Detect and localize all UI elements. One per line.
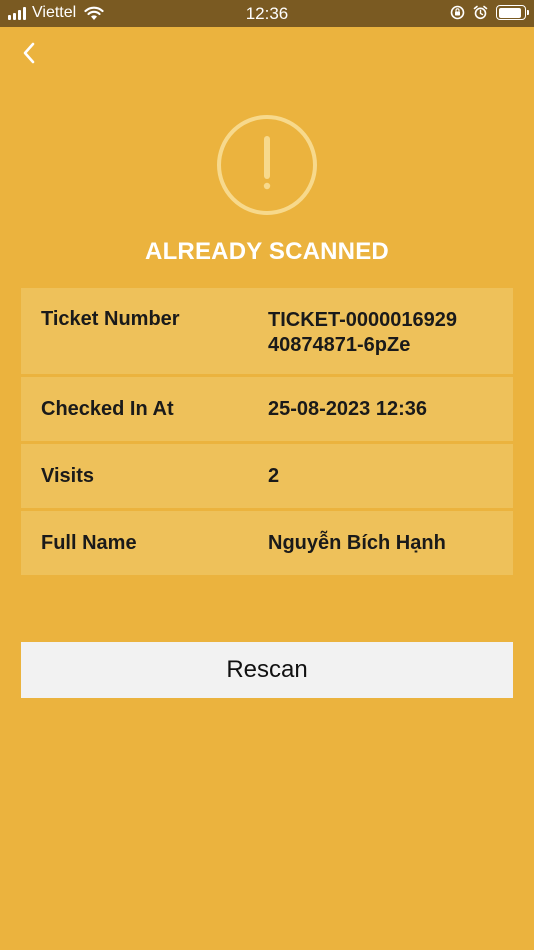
info-row-ticket-number: Ticket Number TICKET-0000016929 40874871… xyxy=(21,288,513,374)
info-value: 25-08-2023 12:36 xyxy=(268,397,428,420)
rescan-button[interactable]: Rescan xyxy=(21,642,513,698)
status-right xyxy=(450,5,529,20)
info-value: TICKET-0000016929 40874871-6pZe xyxy=(268,308,493,374)
result-title: ALREADY SCANNED xyxy=(145,238,389,265)
info-label: Full Name xyxy=(41,531,137,554)
exclamation-circle-icon xyxy=(217,115,317,215)
back-button[interactable] xyxy=(14,38,44,68)
ticket-info-table: Ticket Number TICKET-0000016929 40874871… xyxy=(21,288,513,578)
info-row-visits: Visits 2 xyxy=(21,444,513,508)
info-row-full-name: Full Name Nguyễn Bích Hạnh xyxy=(21,511,513,575)
ticket-number-line-1: TICKET-0000016929 xyxy=(268,309,458,331)
info-value: Nguyễn Bích Hạnh xyxy=(268,531,446,554)
ticket-number-line-2: 40874871-6pZe xyxy=(268,334,411,356)
info-label: Ticket Number xyxy=(41,308,180,330)
status-bar: Viettel 12:36 xyxy=(0,0,534,27)
battery-icon xyxy=(496,5,529,20)
orientation-lock-icon xyxy=(450,5,465,20)
info-label: Visits xyxy=(41,464,94,487)
info-label: Checked In At xyxy=(41,397,174,420)
info-row-checked-in-at: Checked In At 25-08-2023 12:36 xyxy=(21,377,513,441)
chevron-left-icon xyxy=(23,42,35,64)
alarm-icon xyxy=(473,5,488,20)
info-value: 2 xyxy=(268,464,280,487)
